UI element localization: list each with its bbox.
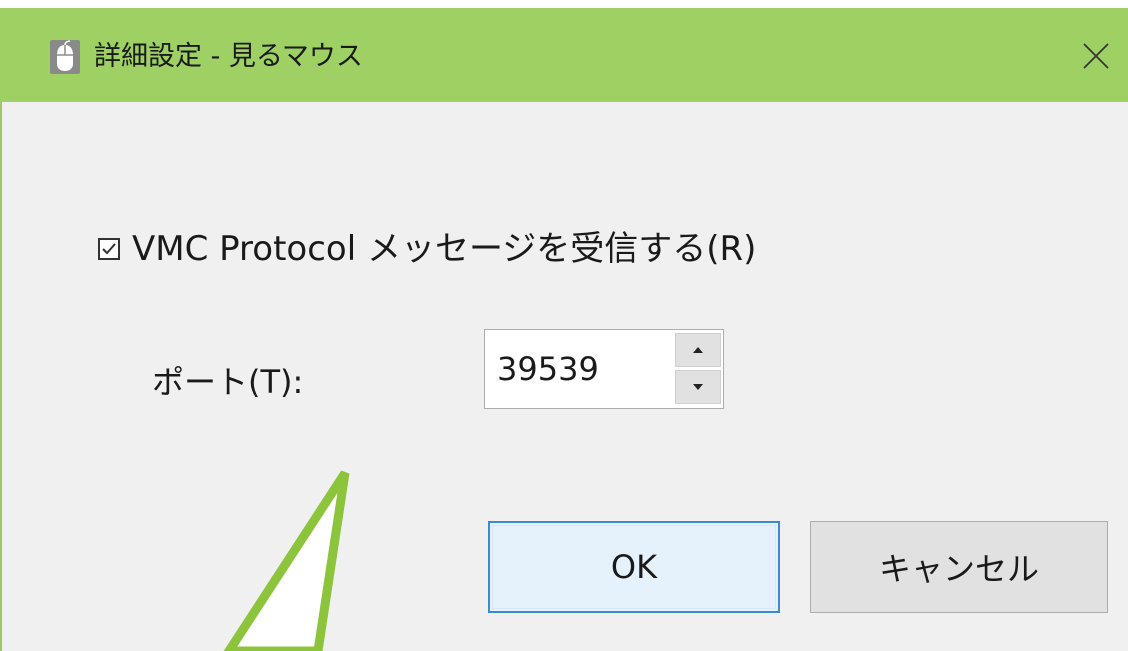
- arrow-up-icon: [693, 347, 703, 353]
- mouse-icon: [50, 40, 80, 74]
- port-decrement-button[interactable]: [675, 370, 721, 404]
- port-stepper-buttons: [671, 330, 723, 408]
- arrow-down-icon: [693, 384, 703, 390]
- window-title: 詳細設定 - 見るマウス: [94, 41, 363, 72]
- title-bar: 詳細設定 - 見るマウス: [0, 8, 1128, 102]
- settings-dialog: 詳細設定 - 見るマウス VMC Protocol メッセージを受信する(R) …: [0, 8, 1128, 651]
- cancel-button[interactable]: キャンセル: [810, 521, 1108, 613]
- ok-button[interactable]: OK: [488, 521, 780, 613]
- close-icon: [1083, 43, 1109, 69]
- port-label: ポート(T):: [152, 363, 304, 401]
- port-input[interactable]: [497, 344, 657, 394]
- vmc-protocol-checkbox[interactable]: [98, 238, 120, 260]
- screenshot: 詳細設定 - 見るマウス VMC Protocol メッセージを受信する(R) …: [0, 0, 1128, 651]
- port-increment-button[interactable]: [675, 333, 721, 367]
- close-button[interactable]: [1066, 26, 1126, 86]
- vmc-protocol-checkbox-row[interactable]: VMC Protocol メッセージを受信する(R): [98, 226, 756, 272]
- port-stepper[interactable]: [484, 329, 724, 409]
- checkmark-icon: [102, 243, 116, 255]
- vmc-protocol-label: VMC Protocol メッセージを受信する(R): [132, 229, 757, 269]
